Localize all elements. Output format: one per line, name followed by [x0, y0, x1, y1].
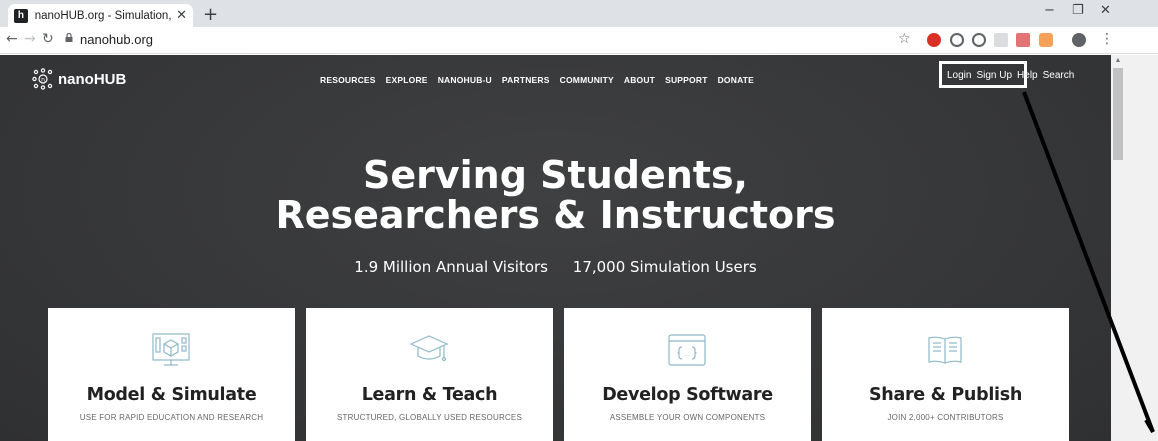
- extension-icon[interactable]: [972, 33, 986, 47]
- nav-support[interactable]: SUPPORT: [665, 75, 708, 85]
- restore-icon[interactable]: ❐: [1072, 3, 1084, 18]
- menu-kebab-icon[interactable]: ⋮: [1100, 31, 1114, 47]
- card-title: Share & Publish: [868, 385, 1022, 405]
- card-title: Develop Software: [602, 385, 773, 405]
- page-viewport: n nanoHUB RESOURCES EXPLORE NANOHUB-U PA…: [0, 55, 1111, 441]
- browser-toolbar: ← → ↻ nanohub.org ☆ ⋮: [0, 27, 1158, 54]
- card-learn-teach[interactable]: Learn & Teach STRUCTURED, GLOBALLY USED …: [306, 308, 553, 441]
- monitor-3d-icon: [152, 333, 190, 366]
- nav-nanohub-u[interactable]: NANOHUB-U: [438, 75, 492, 85]
- bookmark-star-icon[interactable]: ☆: [898, 31, 911, 47]
- reload-icon[interactable]: ↻: [42, 31, 54, 47]
- tab-title: nanoHUB.org - Simulation, Educ: [34, 9, 172, 22]
- open-book-icon: [928, 336, 962, 364]
- nav-community[interactable]: COMMUNITY: [560, 75, 614, 85]
- graduation-cap-icon: [409, 335, 449, 362]
- code-window-icon: ...: [668, 334, 706, 366]
- extension-icon[interactable]: [994, 33, 1008, 47]
- card-subtitle: ASSEMBLE YOUR OWN COMPONENTS: [609, 413, 766, 422]
- back-icon[interactable]: ←: [6, 31, 18, 47]
- nav-about[interactable]: ABOUT: [624, 75, 655, 85]
- site-favicon-icon: h: [14, 8, 28, 23]
- new-tab-icon[interactable]: +: [203, 4, 218, 25]
- browser-tabstrip: h nanoHUB.org - Simulation, Educ ✕ + − ❐…: [0, 0, 1158, 27]
- pdf-extension-icon[interactable]: [1016, 33, 1030, 47]
- lock-icon: [65, 33, 73, 42]
- card-title: Model & Simulate: [86, 385, 257, 405]
- tab-close-icon[interactable]: ✕: [176, 8, 187, 23]
- address-bar[interactable]: nanohub.org: [80, 32, 153, 47]
- card-share-publish[interactable]: Share & Publish JOIN 2,000+ CONTRIBUTORS: [822, 308, 1069, 441]
- extension-icon[interactable]: [1039, 33, 1053, 47]
- nav-explore[interactable]: EXPLORE: [386, 75, 428, 85]
- close-window-icon[interactable]: ✕: [1100, 3, 1111, 18]
- site-logo[interactable]: n nanoHUB: [32, 68, 126, 90]
- scroll-up-icon[interactable]: ▲: [1113, 57, 1123, 67]
- annotation-highlight-box: [939, 61, 1027, 88]
- search-link[interactable]: Search: [1043, 70, 1075, 81]
- hero-stats: 1.9 Million Annual Visitors 17,000 Simul…: [0, 258, 1111, 276]
- minimize-icon[interactable]: −: [1044, 3, 1055, 18]
- browser-tab[interactable]: h nanoHUB.org - Simulation, Educ ✕: [8, 4, 193, 27]
- nav-donate[interactable]: DONATE: [718, 75, 754, 85]
- main-nav: RESOURCES EXPLORE NANOHUB-U PARTNERS COM…: [320, 75, 754, 85]
- stat-visitors: 1.9 Million Annual Visitors: [354, 258, 548, 276]
- forward-icon[interactable]: →: [24, 31, 36, 47]
- card-model-simulate[interactable]: Model & Simulate USE FOR RAPID EDUCATION…: [48, 308, 295, 441]
- card-subtitle: STRUCTURED, GLOBALLY USED RESOURCES: [337, 413, 522, 422]
- nav-partners[interactable]: PARTNERS: [502, 75, 550, 85]
- nav-resources[interactable]: RESOURCES: [320, 75, 376, 85]
- hero-title-line2: Researchers & Instructors: [275, 193, 836, 237]
- card-subtitle: JOIN 2,000+ CONTRIBUTORS: [887, 413, 1004, 422]
- svg-text:...: ...: [684, 351, 690, 358]
- card-subtitle: USE FOR RAPID EDUCATION AND RESEARCH: [79, 413, 264, 422]
- adblock-extension-icon[interactable]: [927, 33, 941, 47]
- card-develop-software[interactable]: ... Develop Software ASSEMBLE YOUR OWN C…: [564, 308, 811, 441]
- card-title: Learn & Teach: [361, 385, 498, 405]
- scrollbar-thumb[interactable]: [1113, 68, 1123, 160]
- svg-text:n: n: [41, 77, 45, 84]
- nanohub-logo-icon: n: [32, 68, 53, 90]
- stat-sim-users: 17,000 Simulation Users: [572, 258, 757, 276]
- profile-avatar-icon[interactable]: [1072, 33, 1086, 47]
- logo-text: nanoHUB: [58, 70, 127, 88]
- extension-icon[interactable]: [950, 33, 964, 47]
